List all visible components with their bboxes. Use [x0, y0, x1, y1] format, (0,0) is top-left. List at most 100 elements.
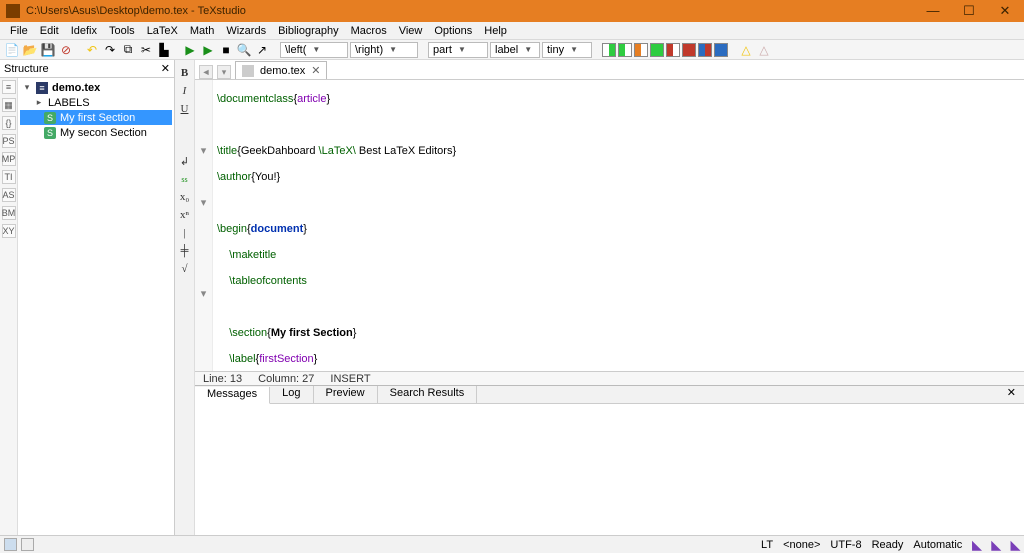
btab-preview[interactable]: Preview — [314, 386, 378, 403]
underline-icon[interactable]: U — [178, 102, 192, 116]
side-btn-2[interactable]: ▦ — [2, 98, 16, 112]
bookmark2-icon[interactable]: ◣ — [992, 538, 1001, 552]
combo-part[interactable]: part▼ — [428, 42, 488, 58]
copy-icon[interactable]: ⧉ — [120, 42, 136, 58]
save-icon[interactable]: 💾 — [40, 42, 56, 58]
app-icon — [6, 4, 20, 18]
menu-macros[interactable]: Macros — [345, 24, 393, 38]
tree-item-second-section[interactable]: S My secon Section — [20, 125, 172, 140]
side-btn-5[interactable]: MP — [2, 152, 16, 166]
tab-close-icon[interactable]: ✕ — [311, 64, 320, 77]
ss-icon[interactable]: ss — [178, 172, 192, 186]
side-btn-1[interactable]: ≡ — [2, 80, 16, 94]
status-btn-2[interactable] — [21, 538, 34, 551]
open-icon[interactable]: 📂 — [22, 42, 38, 58]
tab-prev-icon[interactable]: ◄ — [199, 65, 213, 79]
bookmark1-icon[interactable]: ◣ — [972, 538, 981, 552]
color-swatch-7[interactable] — [698, 43, 712, 57]
maximize-button[interactable]: ☐ — [962, 4, 976, 18]
fold-icon[interactable]: ▾ — [195, 197, 212, 210]
menu-latex[interactable]: LaTeX — [141, 24, 184, 38]
menu-edit[interactable]: Edit — [34, 24, 65, 38]
menu-math[interactable]: Math — [184, 24, 220, 38]
fold-icon[interactable]: ▾ — [195, 145, 212, 158]
status-auto[interactable]: Automatic — [913, 539, 962, 551]
cut-icon[interactable]: ✂ — [138, 42, 154, 58]
bottom-panel: Messages Log Preview Search Results ✕ — [195, 385, 1024, 535]
tree-root[interactable]: ▾≡ demo.tex — [20, 80, 172, 95]
sub-icon[interactable]: x₀ — [178, 190, 192, 204]
status-ready: Ready — [872, 539, 904, 551]
warning-icon[interactable]: △ — [738, 42, 754, 58]
color-swatch-3[interactable] — [634, 43, 648, 57]
compile-icon[interactable]: ▶ — [200, 42, 216, 58]
close-doc-icon[interactable]: ⊘ — [58, 42, 74, 58]
menu-options[interactable]: Options — [428, 24, 478, 38]
tab-demo[interactable]: demo.tex ✕ — [235, 61, 327, 79]
structure-close-icon[interactable]: ✕ — [161, 62, 170, 75]
menu-tools[interactable]: Tools — [103, 24, 141, 38]
file-icon — [242, 65, 254, 77]
side-btn-3[interactable]: {} — [2, 116, 16, 130]
menu-file[interactable]: File — [4, 24, 34, 38]
new-icon[interactable]: 📄 — [4, 42, 20, 58]
redo-icon[interactable]: ↷ — [102, 42, 118, 58]
btab-messages[interactable]: Messages — [195, 387, 270, 404]
tree-labels[interactable]: ▸ LABELS — [20, 95, 172, 110]
tab-menu-icon[interactable]: ▾ — [217, 65, 231, 79]
minimize-button[interactable]: — — [926, 4, 940, 18]
menu-bibliography[interactable]: Bibliography — [272, 24, 345, 38]
menu-help[interactable]: Help — [478, 24, 513, 38]
status-lang[interactable]: <none> — [783, 539, 820, 551]
editor-side-toolbar: B I U ↲ ss x₀ xⁿ | ╪ √ — [175, 60, 195, 535]
btab-log[interactable]: Log — [270, 386, 313, 403]
color-swatch-6[interactable] — [682, 43, 696, 57]
side-btn-9[interactable]: XY — [2, 224, 16, 238]
dfrac-icon[interactable]: ╪ — [178, 244, 192, 258]
menu-view[interactable]: View — [393, 24, 429, 38]
combo-left[interactable]: \left(▼ — [280, 42, 348, 58]
tree-item-first-section[interactable]: S My first Section — [20, 110, 172, 125]
stop-icon[interactable]: ■ — [218, 42, 234, 58]
status-line: Line: 13 — [203, 373, 242, 385]
code-editor[interactable]: ▾ ▾ ▾ — [195, 80, 1024, 371]
lt-icon[interactable]: LT — [761, 539, 773, 551]
color-swatch-4[interactable] — [650, 43, 664, 57]
undo-icon[interactable]: ↶ — [84, 42, 100, 58]
side-btn-4[interactable]: PS — [2, 134, 16, 148]
frac-icon[interactable]: | — [178, 226, 192, 240]
color-swatch-2[interactable] — [618, 43, 632, 57]
side-btn-8[interactable]: BM — [2, 206, 16, 220]
status-enc[interactable]: UTF-8 — [830, 539, 861, 551]
combo-tiny[interactable]: tiny▼ — [542, 42, 592, 58]
color-swatch-1[interactable] — [602, 43, 616, 57]
italic-icon[interactable]: I — [178, 84, 192, 98]
view-icon[interactable]: 🔍 — [236, 42, 252, 58]
sup-icon[interactable]: xⁿ — [178, 208, 192, 222]
btab-search[interactable]: Search Results — [378, 386, 478, 403]
fold-icon[interactable]: ▾ — [195, 288, 212, 301]
color-swatch-5[interactable] — [666, 43, 680, 57]
build-icon[interactable]: ▶ — [182, 42, 198, 58]
close-button[interactable]: ✕ — [998, 4, 1012, 18]
sqrt-icon[interactable]: √ — [178, 262, 192, 276]
config-icon[interactable]: ▙ — [156, 42, 172, 58]
view-log-icon[interactable]: ↗ — [254, 42, 270, 58]
status-col: Column: 27 — [258, 373, 314, 385]
combo-label[interactable]: label▼ — [490, 42, 540, 58]
combo-right[interactable]: \right)▼ — [350, 42, 418, 58]
newline-icon[interactable]: ↲ — [178, 154, 192, 168]
side-btn-6[interactable]: TI — [2, 170, 16, 184]
bold-icon[interactable]: B — [178, 66, 192, 80]
code-body[interactable]: \documentclass{article} \title{GeekDahbo… — [213, 80, 1024, 371]
color-swatch-8[interactable] — [714, 43, 728, 57]
status-btn-1[interactable] — [4, 538, 17, 551]
bottom-close-icon[interactable]: ✕ — [999, 386, 1024, 403]
menu-wizards[interactable]: Wizards — [220, 24, 272, 38]
warning2-icon[interactable]: △ — [756, 42, 772, 58]
side-btn-7[interactable]: AS — [2, 188, 16, 202]
window-title: C:\Users\Asus\Desktop\demo.tex - TeXstud… — [26, 5, 926, 17]
menu-idefix[interactable]: Idefix — [65, 24, 103, 38]
bookmark3-icon[interactable]: ◣ — [1011, 538, 1020, 552]
status-mode: INSERT — [330, 373, 370, 385]
